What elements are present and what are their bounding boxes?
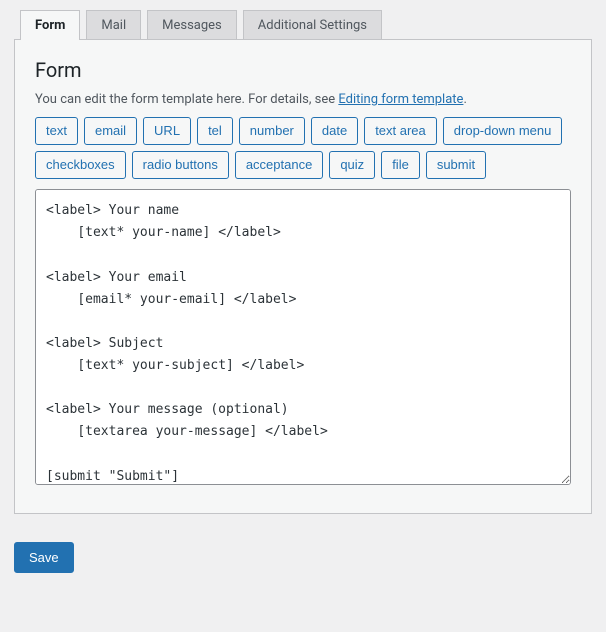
- tabs-bar: Form Mail Messages Additional Settings: [20, 10, 592, 40]
- tab-messages[interactable]: Messages: [147, 10, 237, 40]
- editing-form-template-link[interactable]: Editing form template: [338, 92, 463, 107]
- tag-generator-row-2: checkboxes radio buttons acceptance quiz…: [35, 151, 571, 179]
- form-panel: Form You can edit the form template here…: [14, 39, 592, 514]
- tag-btn-radio[interactable]: radio buttons: [132, 151, 229, 179]
- tag-btn-text[interactable]: text: [35, 117, 78, 145]
- form-template-textarea[interactable]: [35, 189, 571, 485]
- description-suffix: .: [463, 92, 466, 107]
- tag-btn-email[interactable]: email: [84, 117, 137, 145]
- tag-btn-submit[interactable]: submit: [426, 151, 486, 179]
- tab-form[interactable]: Form: [20, 10, 80, 40]
- description-prefix: You can edit the form template here. For…: [35, 92, 338, 107]
- tag-btn-url[interactable]: URL: [143, 117, 191, 145]
- tag-btn-date[interactable]: date: [311, 117, 358, 145]
- tag-btn-file[interactable]: file: [381, 151, 420, 179]
- panel-heading: Form: [35, 58, 571, 82]
- tag-btn-quiz[interactable]: quiz: [329, 151, 375, 179]
- tag-btn-checkboxes[interactable]: checkboxes: [35, 151, 126, 179]
- tag-btn-textarea[interactable]: text area: [364, 117, 437, 145]
- tag-btn-dropdown[interactable]: drop-down menu: [443, 117, 563, 145]
- tag-btn-number[interactable]: number: [239, 117, 305, 145]
- tag-btn-tel[interactable]: tel: [197, 117, 233, 145]
- tag-generator-row-1: text email URL tel number date text area…: [35, 117, 571, 145]
- save-button[interactable]: Save: [14, 542, 74, 573]
- tag-btn-acceptance[interactable]: acceptance: [235, 151, 324, 179]
- tab-mail[interactable]: Mail: [86, 10, 141, 40]
- tab-additional-settings[interactable]: Additional Settings: [243, 10, 382, 40]
- panel-description: You can edit the form template here. For…: [35, 92, 571, 107]
